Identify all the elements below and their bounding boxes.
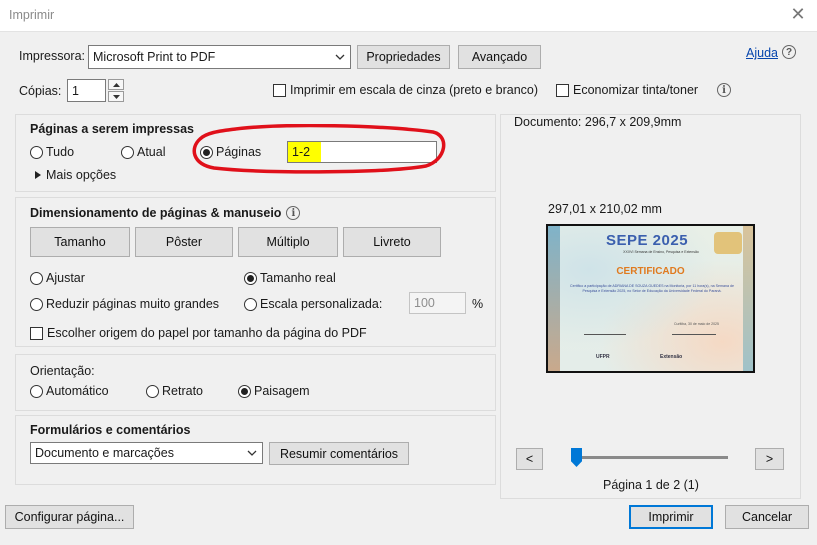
radio-auto-orientation[interactable]: Automático xyxy=(30,384,109,398)
copies-label: Cópias: xyxy=(19,84,62,98)
custom-scale-value: 100 xyxy=(414,296,435,310)
properties-button[interactable]: Propriedades xyxy=(357,45,450,69)
page-slider-track[interactable] xyxy=(571,456,728,459)
page-indicator: Página 1 de 2 (1) xyxy=(603,478,699,492)
title-bar: Imprimir ✕ xyxy=(0,0,817,32)
custom-scale-input[interactable]: 100 xyxy=(409,292,466,314)
save-ink-label: Economizar tinta/toner xyxy=(573,83,699,97)
copies-value: 1 xyxy=(72,83,79,98)
chevron-down-icon xyxy=(330,46,350,67)
radio-actual-size[interactable]: Tamanho real xyxy=(244,271,336,285)
printer-select[interactable]: Microsoft Print to PDF xyxy=(88,45,351,69)
print-button[interactable]: Imprimir xyxy=(629,505,713,529)
copies-stepper[interactable] xyxy=(108,79,124,102)
next-page-button[interactable]: > xyxy=(755,448,784,470)
radio-shrink-dot[interactable] xyxy=(30,297,43,311)
page-thumbnail: SEPE 2025 XXXVI Semana de Ensino, Pesqui… xyxy=(546,224,755,373)
copies-input[interactable]: 1 xyxy=(67,79,106,102)
tab-poster[interactable]: Pôster xyxy=(135,227,233,257)
thumbnail-heading: CERTIFICADO xyxy=(616,266,685,277)
radio-portrait[interactable]: Retrato xyxy=(146,384,203,398)
grayscale-checkbox[interactable]: Imprimir em escala de cinza (preto e bra… xyxy=(273,83,538,97)
radio-landscape[interactable]: Paisagem xyxy=(238,384,310,398)
thumbnail-org-right: Extensão xyxy=(660,354,683,360)
window-title: Imprimir xyxy=(9,8,55,22)
radio-fit-dot[interactable] xyxy=(30,271,43,285)
thumbnail-body: Certifico a participação de ADRIANA DE S… xyxy=(570,284,734,293)
radio-actual-size-label: Tamanho real xyxy=(260,271,336,285)
radio-custom-scale-label: Escala personalizada: xyxy=(260,297,383,311)
info-icon[interactable]: i xyxy=(286,206,301,220)
forms-title: Formulários e comentários xyxy=(30,423,191,437)
printer-select-value: Microsoft Print to PDF xyxy=(93,50,216,64)
tab-multiple[interactable]: Múltiplo xyxy=(238,227,338,257)
printer-label: Impressora: xyxy=(19,49,85,63)
thumbnail-right-decoration xyxy=(743,226,753,371)
document-size-label: Documento: 296,7 x 209,9mm xyxy=(514,115,682,129)
triangle-right-icon xyxy=(35,171,41,179)
cancel-button[interactable]: Cancelar xyxy=(725,505,809,529)
radio-shrink-label: Reduzir páginas muito grandes xyxy=(46,297,220,311)
red-annotation-ellipse xyxy=(192,124,446,174)
radio-shrink[interactable]: Reduzir páginas muito grandes xyxy=(30,297,219,311)
radio-landscape-label: Paisagem xyxy=(254,384,310,398)
radio-custom-scale[interactable]: Escala personalizada: xyxy=(244,297,382,311)
save-ink-checkbox-box[interactable] xyxy=(556,83,569,97)
radio-fit-label: Ajustar xyxy=(46,271,85,285)
thumbnail-logo-icon xyxy=(714,232,742,254)
orientation-panel xyxy=(15,354,496,411)
paper-source-checkbox-box[interactable] xyxy=(30,326,43,340)
page-size-label: 297,01 x 210,02 mm xyxy=(548,202,662,216)
radio-auto-dot[interactable] xyxy=(30,384,43,398)
thumbnail-event-title: SEPE 2025 xyxy=(606,232,689,249)
forms-select-value: Documento e marcações xyxy=(35,446,174,460)
pages-title: Páginas a serem impressas xyxy=(30,122,194,136)
thumbnail-event-subtitle: XXXVI Semana de Ensino, Pesquisa e Exten… xyxy=(623,250,699,254)
thumbnail-left-decoration xyxy=(548,226,560,371)
page-setup-button[interactable]: Configurar página... xyxy=(5,505,134,529)
chevron-down-icon xyxy=(242,443,262,463)
grayscale-checkbox-box[interactable] xyxy=(273,83,286,97)
paper-source-checkbox[interactable]: Escolher origem do papel por tamanho da … xyxy=(30,326,367,340)
radio-all-dot[interactable] xyxy=(30,145,43,159)
more-options-toggle[interactable]: Mais opções xyxy=(35,168,116,182)
radio-portrait-dot[interactable] xyxy=(146,384,159,398)
tab-size[interactable]: Tamanho xyxy=(30,227,130,257)
radio-actual-size-dot[interactable] xyxy=(244,271,257,285)
radio-all-label: Tudo xyxy=(46,145,75,159)
save-ink-checkbox[interactable]: Economizar tinta/toner xyxy=(556,83,698,97)
thumbnail-date: Curitiba, 30 de maio de 2025 xyxy=(674,322,719,326)
radio-custom-scale-dot[interactable] xyxy=(244,297,257,311)
question-icon[interactable]: ? xyxy=(782,45,796,59)
radio-auto-label: Automático xyxy=(46,384,109,398)
stepper-up-icon[interactable] xyxy=(108,79,124,90)
prev-page-button[interactable]: < xyxy=(516,448,543,470)
summarize-comments-button[interactable]: Resumir comentários xyxy=(269,442,409,465)
advanced-button[interactable]: Avançado xyxy=(458,45,541,69)
radio-current[interactable]: Atual xyxy=(121,145,166,159)
percent-label: % xyxy=(472,297,484,311)
stepper-down-icon[interactable] xyxy=(108,91,124,102)
thumbnail-signature-line xyxy=(672,334,716,335)
radio-landscape-dot[interactable] xyxy=(238,384,251,398)
paper-source-label: Escolher origem do papel por tamanho da … xyxy=(47,326,367,340)
radio-current-dot[interactable] xyxy=(121,145,134,159)
info-icon[interactable]: i xyxy=(717,83,731,97)
thumbnail-org-left: UFPR xyxy=(596,354,610,360)
more-options-label: Mais opções xyxy=(46,168,117,182)
grayscale-label: Imprimir em escala de cinza (preto e bra… xyxy=(290,83,539,97)
close-icon[interactable]: ✕ xyxy=(787,3,809,25)
help-link[interactable]: Ajuda xyxy=(746,46,778,60)
sizing-title-row: Dimensionamento de páginas & manuseio i xyxy=(30,206,301,220)
radio-all[interactable]: Tudo xyxy=(30,145,74,159)
tab-booklet[interactable]: Livreto xyxy=(343,227,441,257)
radio-current-label: Atual xyxy=(137,145,166,159)
thumbnail-signature-line xyxy=(584,334,626,335)
radio-portrait-label: Retrato xyxy=(162,384,203,398)
sizing-title: Dimensionamento de páginas & manuseio xyxy=(30,206,282,220)
orientation-title: Orientação: xyxy=(30,364,95,378)
radio-fit[interactable]: Ajustar xyxy=(30,271,85,285)
forms-select[interactable]: Documento e marcações xyxy=(30,442,263,464)
